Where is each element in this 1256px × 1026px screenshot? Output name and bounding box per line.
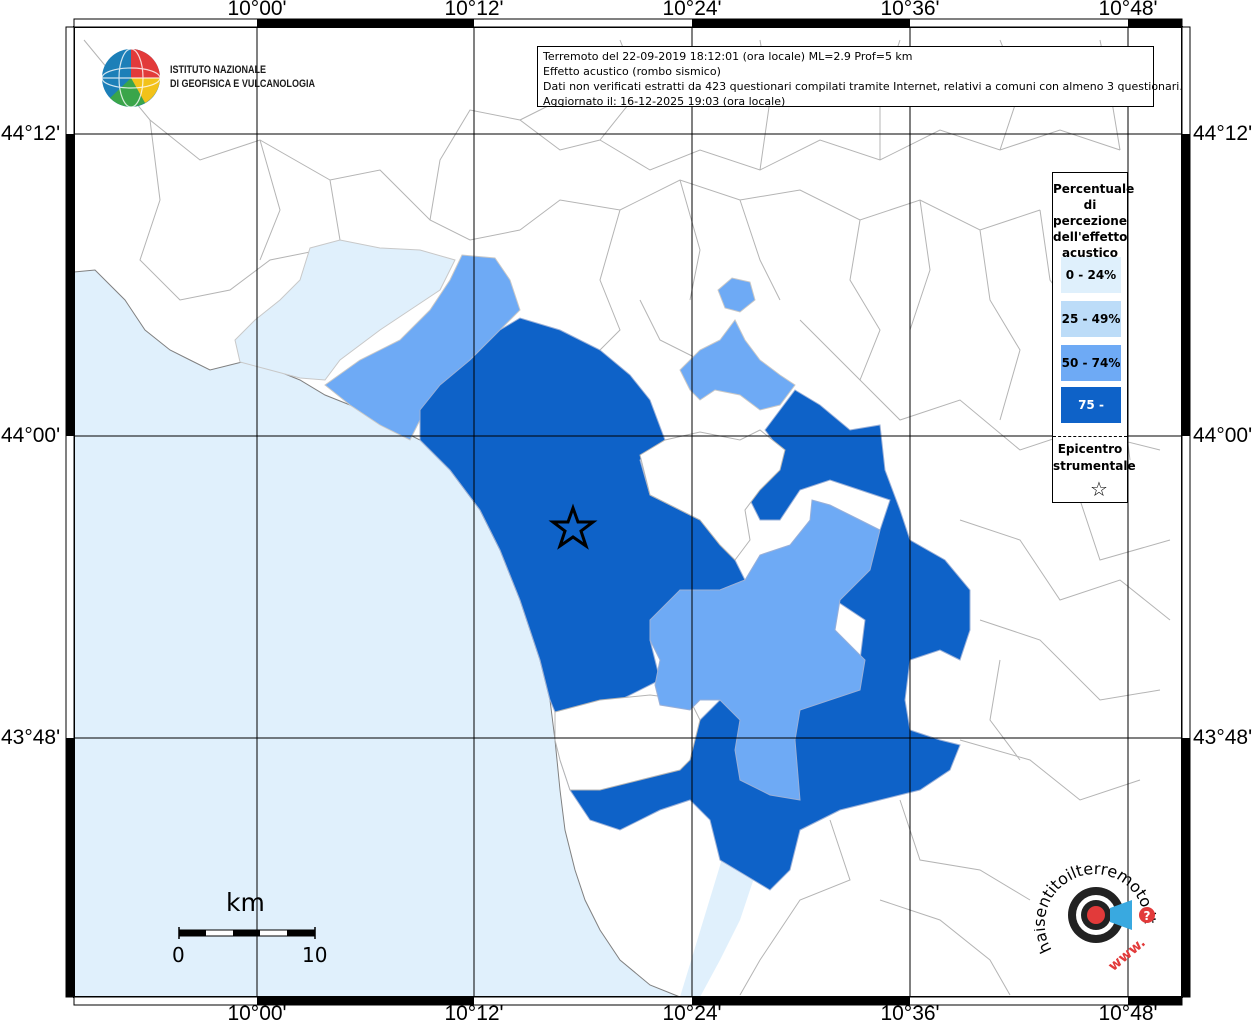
legend-title: Percentuale di percezione dell'effetto a… <box>1053 181 1135 261</box>
ingv-logo-text: ISTITUTO NAZIONALE DI GEOFISICA E VULCAN… <box>170 63 315 91</box>
scale-max: 10 <box>302 943 328 967</box>
left-label-2: 44°00' <box>1 424 61 447</box>
top-label-4: 10°36' <box>880 0 940 20</box>
event-data-note: Dati non verificati estratti da 423 ques… <box>543 80 1183 93</box>
legend-item-75-100: 75 - 100% <box>1061 387 1121 448</box>
right-label-1: 44°12' <box>1193 122 1253 145</box>
ingv-line1: ISTITUTO NAZIONALE <box>170 64 267 76</box>
ingv-line2: DI GEOFISICA E VULCANOLOGIA <box>170 78 315 90</box>
bottom-label-4: 10°36' <box>880 1002 940 1025</box>
legend-title-line1: Percentuale <box>1053 182 1135 196</box>
top-label-1: 10°00' <box>227 0 287 20</box>
event-effect: Effetto acustico (rombo sismico) <box>543 65 721 78</box>
legend-separator <box>1053 436 1127 437</box>
bottom-label-2: 10°12' <box>444 1002 504 1025</box>
scale-bar <box>178 927 316 939</box>
scale-title: km <box>226 888 265 917</box>
legend-epi-line1: Epicentro <box>1057 442 1123 456</box>
legend-title-line3: dell'effetto <box>1053 230 1128 244</box>
scale-min: 0 <box>172 943 185 967</box>
legend: Percentuale di percezione dell'effetto a… <box>1052 172 1136 503</box>
event-title: Terremoto del 22-09-2019 18:12:01 (ora l… <box>543 50 913 63</box>
event-updated: Aggiornato il: 16-12-2025 19:03 (ora loc… <box>543 95 786 108</box>
top-label-5: 10°48' <box>1098 0 1158 20</box>
bottom-label-5: 10°48' <box>1098 1002 1158 1025</box>
legend-epicenter-label: Epicentro strumentale <box>1053 441 1136 475</box>
left-label-1: 44°12' <box>1 122 61 145</box>
bottom-label-1: 10°00' <box>227 1002 287 1025</box>
hsl-logo: haisentitoilterremoto.it ? www. <box>1034 860 1160 975</box>
legend-item-25-49: 25 - 49% <box>1061 301 1121 337</box>
legend-item-50-74: 50 - 74% <box>1061 345 1121 381</box>
left-label-3: 43°48' <box>1 726 61 749</box>
legend-item-0-24: 0 - 24% <box>1061 257 1121 293</box>
event-info-box: Terremoto del 22-09-2019 18:12:01 (ora l… <box>537 46 1183 108</box>
right-label-3: 43°48' <box>1193 726 1253 749</box>
bottom-label-3: 10°24' <box>662 1002 722 1025</box>
top-label-2: 10°12' <box>444 0 504 20</box>
legend-title-line2: di percezione <box>1053 198 1127 228</box>
legend-star-icon: ☆ <box>1090 477 1108 501</box>
right-label-2: 44°00' <box>1193 424 1253 447</box>
svg-text:?: ? <box>1144 909 1151 923</box>
top-label-3: 10°24' <box>662 0 722 20</box>
legend-epi-line2: strumentale <box>1053 459 1136 473</box>
